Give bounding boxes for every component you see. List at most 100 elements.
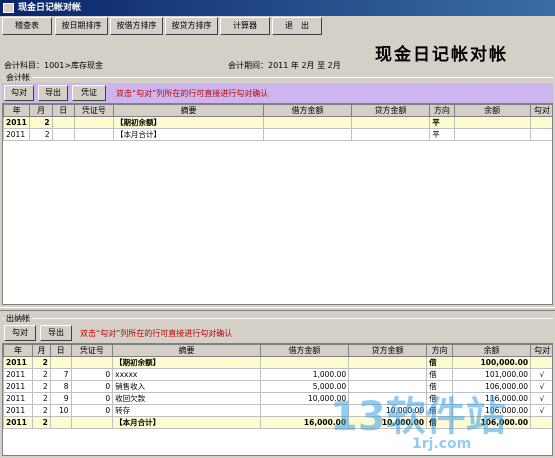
cashier-check-button[interactable]: 勾对 — [4, 325, 36, 341]
accounting-rows: 2011 2 【期初余额】平 2011 2 【本月合计】平 — [3, 116, 553, 281]
cashier-header-row: 年 月 日 凭证号 摘要 借方金额 贷方金额 方向 余额 勾对 — [3, 344, 552, 357]
empty-cell — [430, 261, 454, 271]
empty-cell — [113, 191, 263, 201]
cell-direction: 借 — [426, 380, 454, 393]
accounting-voucher-button[interactable]: 凭证 — [72, 85, 106, 101]
empty-cell — [30, 241, 52, 251]
table-row[interactable]: 2011 2 【期初余额】 借 100,000.00 — [3, 356, 552, 369]
empty-cell — [74, 141, 113, 151]
cell-check[interactable] — [529, 116, 552, 129]
col-balance[interactable]: 余额 — [452, 344, 532, 357]
cashier-export-button[interactable]: 导出 — [40, 325, 72, 341]
col-direction[interactable]: 方向 — [429, 104, 455, 117]
pane-splitter[interactable] — [0, 307, 555, 311]
page-title: 现金日记帐对帐 — [375, 45, 508, 65]
cell-summary: 【期初余额】 — [112, 356, 261, 369]
cell-check[interactable] — [530, 356, 552, 369]
cell-debit — [263, 128, 352, 141]
cashier-hint: 双击“勾对”列所在的行可直接进行勾对确认 — [80, 329, 233, 338]
accounting-export-button[interactable]: 导出 — [38, 85, 68, 101]
empty-cell — [530, 141, 552, 151]
table-row[interactable]: 2011 2 7 0 xxxxx 1,000.00 借 101,000.00 √ — [3, 368, 552, 381]
cell-debit: 5,000.00 — [259, 380, 350, 393]
empty-cell — [4, 241, 30, 251]
empty-cell — [74, 191, 113, 201]
cell-month: 2 — [32, 356, 51, 369]
empty-cell — [454, 171, 530, 181]
empty-row — [4, 201, 553, 211]
col-summary[interactable]: 摘要 — [112, 104, 265, 117]
empty-row — [4, 221, 553, 231]
window-titlebar: 现金日记帐对帐 — [0, 0, 555, 16]
sort-by-credit-button[interactable]: 按贷方排序 — [165, 17, 218, 35]
watermark-big-text: 13软件站 — [330, 394, 506, 440]
cell-month: 2 — [29, 116, 53, 129]
audit-table-button[interactable]: 稽查表 — [2, 17, 52, 35]
empty-cell — [530, 151, 552, 161]
empty-cell — [454, 251, 530, 261]
empty-cell — [113, 231, 263, 241]
empty-cell — [264, 191, 352, 201]
cell-credit — [350, 128, 431, 141]
cell-year: 2011 — [3, 368, 34, 381]
table-row[interactable]: 2011 2 【期初余额】 平 — [3, 116, 552, 129]
cell-direction: 平 — [429, 128, 455, 141]
col-balance[interactable]: 余额 — [453, 104, 531, 117]
cashier-group-line — [2, 318, 553, 319]
col-credit[interactable]: 贷方金额 — [348, 344, 428, 357]
cell-balance — [453, 128, 531, 141]
cell-direction: 平 — [429, 116, 455, 129]
col-direction[interactable]: 方向 — [426, 344, 454, 357]
accounting-grid[interactable]: 年 月 日 凭证号 摘要 借方金额 贷方金额 方向 余额 勾对 2011 2 【期初… — [2, 103, 553, 305]
cell-voucher: 0 — [70, 392, 114, 405]
col-year[interactable]: 年 — [3, 104, 31, 117]
empty-cell — [113, 271, 263, 281]
empty-cell — [52, 161, 74, 171]
table-row[interactable]: 2011 2 【本月合计】 平 — [3, 128, 552, 141]
empty-cell — [113, 201, 263, 211]
empty-cell — [30, 191, 52, 201]
empty-cell — [113, 211, 263, 221]
calculator-button[interactable]: 计算器 — [220, 17, 270, 35]
sort-by-debit-button[interactable]: 按借方排序 — [110, 17, 163, 35]
cell-year: 2011 — [3, 404, 34, 417]
cell-summary: 【期初余额】 — [112, 116, 265, 129]
col-voucher[interactable]: 凭证号 — [70, 344, 114, 357]
cell-credit — [350, 116, 431, 129]
col-day[interactable]: 日 — [49, 344, 72, 357]
col-debit[interactable]: 借方金额 — [259, 344, 350, 357]
empty-cell — [113, 151, 263, 161]
empty-cell — [4, 161, 30, 171]
empty-cell — [430, 151, 454, 161]
empty-cell — [4, 151, 30, 161]
empty-cell — [30, 151, 52, 161]
table-row[interactable]: 2011 2 8 0 销售收入 5,000.00 借 106,000.00 √ — [3, 380, 552, 393]
empty-cell — [52, 271, 74, 281]
empty-cell — [30, 211, 52, 221]
empty-cell — [52, 171, 74, 181]
col-month[interactable]: 月 — [29, 104, 53, 117]
col-month[interactable]: 月 — [32, 344, 51, 357]
col-year[interactable]: 年 — [3, 344, 34, 357]
cell-check[interactable] — [529, 128, 552, 141]
empty-cell — [454, 211, 530, 221]
col-summary[interactable]: 摘要 — [112, 344, 261, 357]
col-voucher[interactable]: 凭证号 — [73, 104, 114, 117]
col-check[interactable]: 勾对 — [530, 344, 552, 357]
col-debit[interactable]: 借方金额 — [263, 104, 352, 117]
cell-check[interactable]: √ — [530, 368, 552, 381]
exit-button[interactable]: 退 出 — [272, 17, 322, 35]
empty-cell — [74, 171, 113, 181]
sort-by-date-button[interactable]: 按日期排序 — [55, 17, 108, 35]
col-check[interactable]: 勾对 — [529, 104, 552, 117]
cell-check[interactable]: √ — [530, 380, 552, 393]
empty-cell — [52, 211, 74, 221]
col-day[interactable]: 日 — [51, 104, 75, 117]
cell-summary: xxxxx — [112, 368, 261, 381]
cell-year: 2011 — [3, 128, 31, 141]
empty-cell — [530, 201, 552, 211]
empty-cell — [351, 161, 429, 171]
accounting-check-button[interactable]: 勾对 — [4, 85, 34, 101]
col-credit[interactable]: 贷方金额 — [350, 104, 431, 117]
empty-cell — [530, 181, 552, 191]
